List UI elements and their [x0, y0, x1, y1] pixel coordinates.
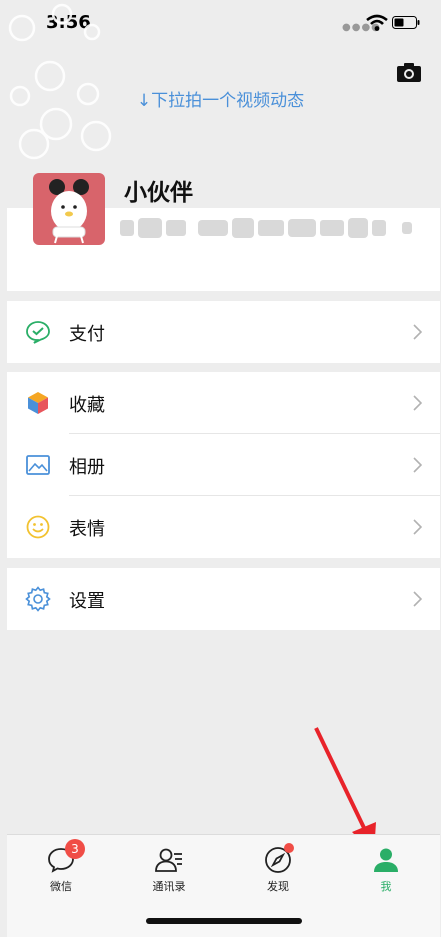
- tab-discover[interactable]: 发现: [238, 843, 318, 894]
- menu-label-settings: 设置: [69, 591, 105, 612]
- album-icon: [26, 455, 50, 475]
- bubble-decoration: [8, 3, 112, 160]
- tab-label-me: 我: [380, 880, 392, 893]
- person-icon: [374, 848, 398, 872]
- avatar[interactable]: [33, 173, 105, 245]
- home-indicator[interactable]: [146, 918, 302, 924]
- tab-contacts[interactable]: 通讯录: [129, 845, 209, 894]
- chevron-right-icon: [413, 519, 422, 535]
- chevron-right-icon: [413, 591, 422, 607]
- gear-icon: [25, 586, 51, 612]
- menu-label-album: 相册: [69, 457, 105, 478]
- avatar-character-icon: [49, 179, 89, 244]
- unread-badge: 3: [65, 839, 85, 859]
- chevron-right-icon: [413, 395, 422, 411]
- chevron-right-icon: [413, 324, 422, 340]
- menu-item-settings[interactable]: 设置: [7, 568, 440, 630]
- battery-icon: [392, 16, 420, 29]
- tab-me[interactable]: 我: [346, 845, 426, 894]
- menu-group-collections: 收藏 相册 表情: [7, 372, 440, 558]
- favorites-cube-icon: [28, 392, 48, 414]
- menu-item-favorites[interactable]: 收藏: [7, 372, 440, 434]
- menu-label-stickers: 表情: [69, 519, 105, 540]
- wechat-id-blurred: [120, 218, 412, 238]
- menu-item-album[interactable]: 相册: [7, 434, 440, 496]
- pull-to-record-hint[interactable]: ↓下拉拍一个视频动态: [0, 86, 441, 111]
- menu-group-settings: 设置: [7, 568, 440, 630]
- menu-label-pay: 支付: [69, 324, 105, 345]
- menu-item-stickers[interactable]: 表情: [7, 496, 440, 558]
- profile-name: 小伙伴: [124, 180, 193, 206]
- menu-label-favorites: 收藏: [69, 395, 105, 416]
- new-dot-indicator: [284, 843, 294, 853]
- chevron-right-icon: [413, 457, 422, 473]
- tab-label-chats: 微信: [50, 880, 72, 893]
- camera-icon[interactable]: [397, 62, 421, 82]
- wifi-icon: [366, 14, 388, 31]
- tab-chats[interactable]: 3 微信: [21, 839, 101, 894]
- contacts-icon: [155, 848, 182, 872]
- sticker-smiley-icon: [26, 515, 50, 539]
- menu-item-pay[interactable]: 支付: [7, 301, 440, 363]
- pay-icon: [26, 321, 50, 344]
- menu-group-pay: 支付: [7, 301, 440, 363]
- tab-label-contacts: 通讯录: [152, 880, 186, 893]
- tab-label-discover: 发现: [267, 880, 289, 893]
